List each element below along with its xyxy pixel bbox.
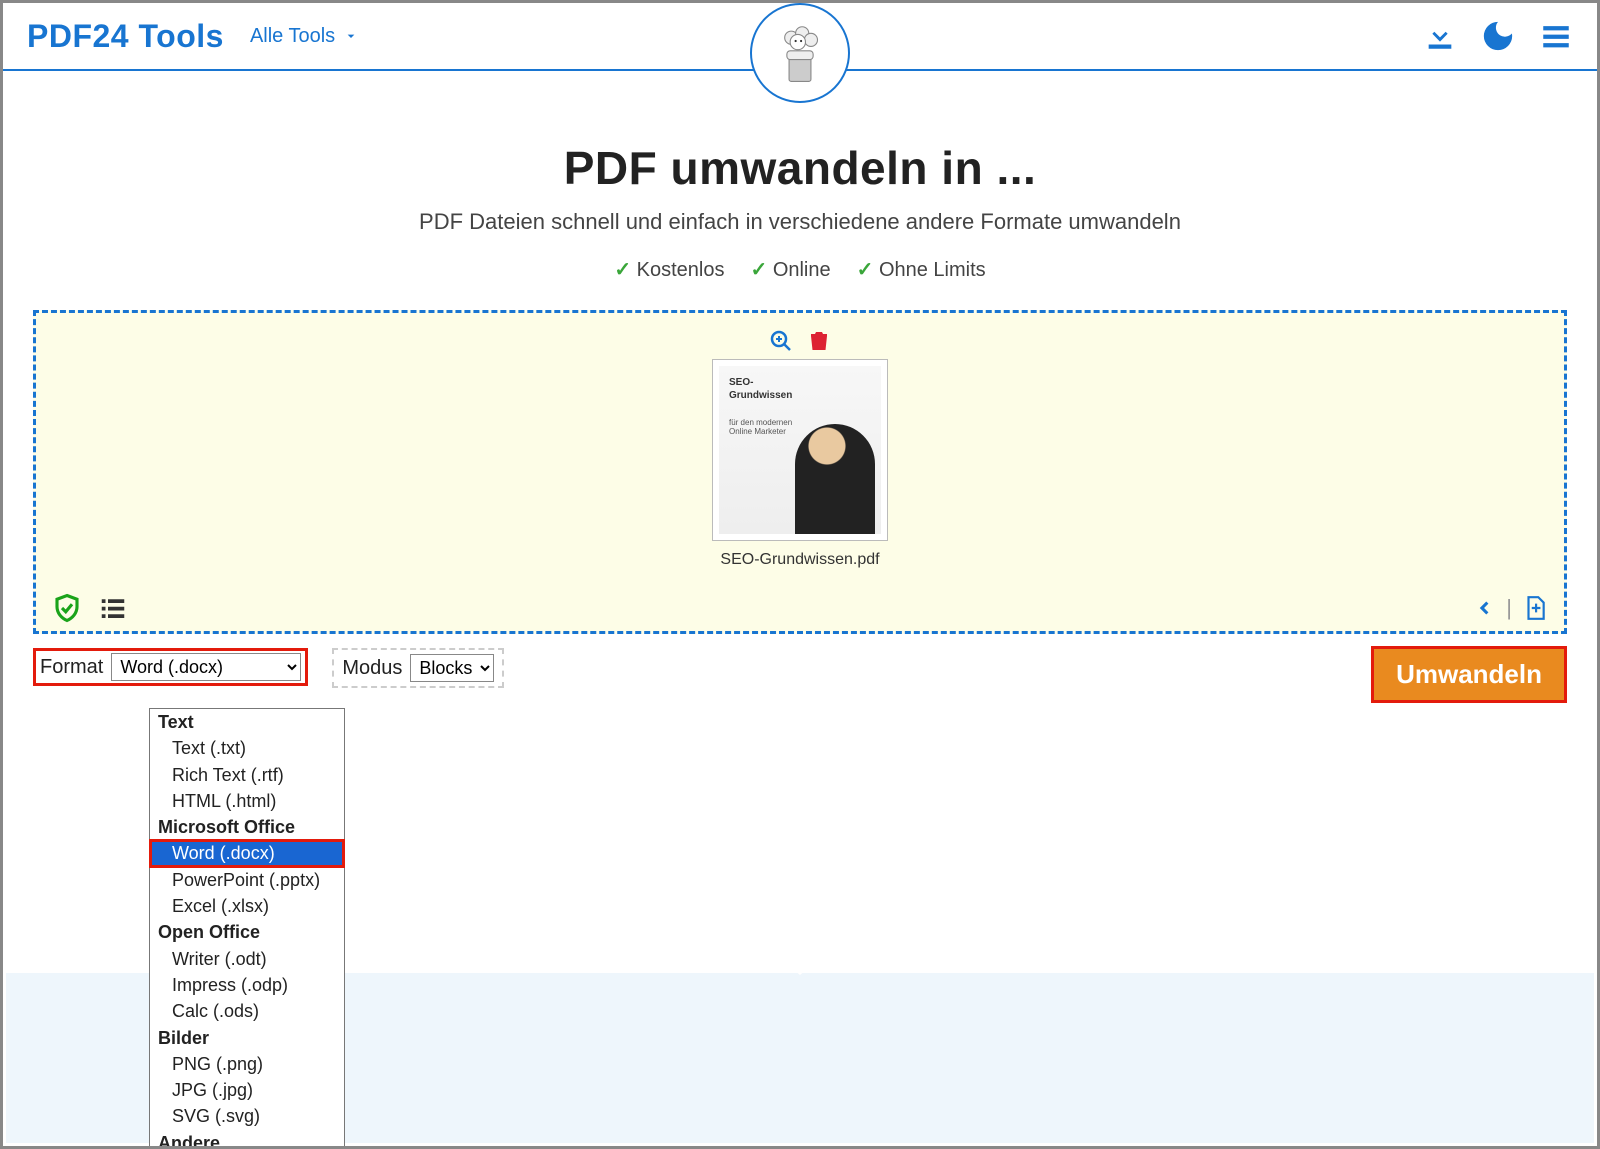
- list-view-icon[interactable]: [98, 593, 128, 623]
- divider: |: [1506, 595, 1512, 621]
- page-title: PDF umwandeln in ...: [3, 141, 1597, 195]
- file-actions: [769, 329, 831, 353]
- dropdown-option[interactable]: Calc (.ods): [150, 998, 344, 1024]
- zoom-icon[interactable]: [769, 329, 793, 353]
- dropdown-option[interactable]: Impress (.odp): [150, 972, 344, 998]
- page-subtitle: PDF Dateien schnell und einfach in versc…: [3, 209, 1597, 235]
- mode-select[interactable]: Blocks: [410, 654, 494, 682]
- dropdown-group: Bilder: [150, 1025, 344, 1051]
- thumb-person-graphic: [795, 424, 875, 534]
- hamburger-menu-icon[interactable]: [1539, 19, 1573, 53]
- dropdown-option[interactable]: HTML (.html): [150, 788, 344, 814]
- dropzone-footer: |: [52, 593, 1548, 623]
- dropdown-option[interactable]: SVG (.svg): [150, 1103, 344, 1129]
- mode-label: Modus: [342, 657, 402, 680]
- all-tools-menu[interactable]: Alle Tools: [250, 25, 359, 48]
- sheep-blender-icon: [765, 18, 835, 88]
- file-area: SEO- Grundwissen für den modernen Online…: [52, 329, 1548, 569]
- dropdown-option[interactable]: PowerPoint (.pptx): [150, 867, 344, 893]
- mode-control: Modus Blocks: [332, 648, 504, 688]
- dropdown-option[interactable]: JPG (.jpg): [150, 1077, 344, 1103]
- chevron-down-icon: [343, 28, 359, 44]
- dropdown-option[interactable]: Text (.txt): [150, 735, 344, 761]
- feature-badges: Kostenlos Online Ohne Limits: [3, 257, 1597, 282]
- hero: PDF umwandeln in ... PDF Dateien schnell…: [3, 141, 1597, 282]
- dropdown-group: Andere: [150, 1130, 344, 1149]
- controls-row: Format Word (.docx) Modus Blocks Umwande…: [33, 648, 1567, 688]
- brand-logo-text[interactable]: PDF24 Tools: [27, 18, 224, 55]
- header-right: [1423, 3, 1573, 69]
- format-select[interactable]: Word (.docx): [111, 653, 301, 681]
- theme-icon[interactable]: [1481, 19, 1515, 53]
- thumb-title: SEO- Grundwissen: [729, 376, 792, 402]
- format-label: Format: [40, 656, 103, 679]
- badge-online: Online: [750, 257, 830, 282]
- shield-check-icon[interactable]: [52, 593, 82, 623]
- file-dropzone[interactable]: SEO- Grundwissen für den modernen Online…: [33, 310, 1567, 634]
- dropdown-group: Open Office: [150, 919, 344, 945]
- file-name-label: SEO-Grundwissen.pdf: [720, 551, 879, 569]
- add-file-icon[interactable]: [1522, 595, 1548, 621]
- all-tools-label: Alle Tools: [250, 25, 335, 48]
- dropdown-option[interactable]: Excel (.xlsx): [150, 893, 344, 919]
- dropdown-option[interactable]: Word (.docx): [150, 840, 344, 866]
- badge-nolimits: Ohne Limits: [857, 257, 986, 282]
- dropdown-option[interactable]: Rich Text (.rtf): [150, 762, 344, 788]
- chevron-left-icon[interactable]: [1470, 595, 1496, 621]
- file-thumbnail[interactable]: SEO- Grundwissen für den modernen Online…: [712, 359, 888, 541]
- dropdown-group: Microsoft Office: [150, 814, 344, 840]
- mascot-logo: [750, 3, 850, 103]
- top-header: PDF24 Tools Alle Tools: [3, 3, 1597, 71]
- delete-icon[interactable]: [807, 329, 831, 353]
- convert-button[interactable]: Umwandeln: [1371, 646, 1567, 703]
- dropdown-option[interactable]: Writer (.odt): [150, 946, 344, 972]
- download-icon[interactable]: [1423, 19, 1457, 53]
- format-dropdown-list[interactable]: TextText (.txt)Rich Text (.rtf)HTML (.ht…: [149, 708, 345, 1149]
- dropdown-group: Text: [150, 709, 344, 735]
- thumb-subtitle: für den modernen Online Marketer: [729, 418, 792, 436]
- dropdown-option[interactable]: PNG (.png): [150, 1051, 344, 1077]
- badge-free: Kostenlos: [614, 257, 724, 282]
- format-control: Format Word (.docx): [33, 648, 308, 686]
